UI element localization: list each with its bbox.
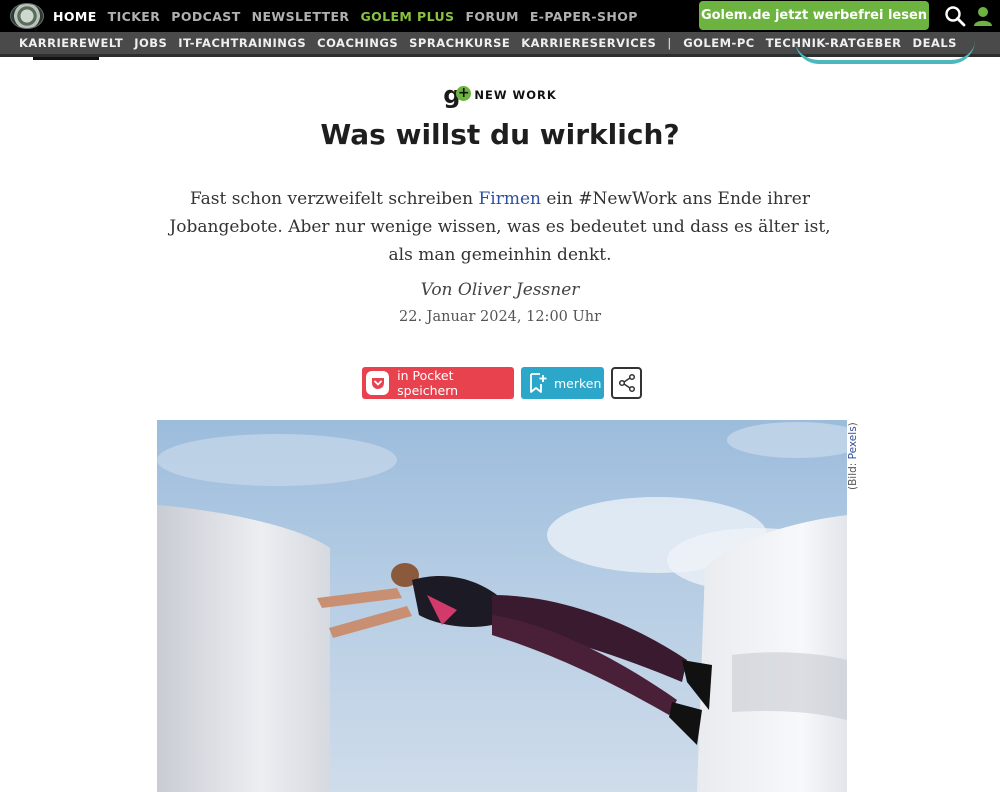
active-section-indicator [33, 57, 99, 60]
kicker-label: NEW WORK [474, 88, 557, 102]
search-icon[interactable] [944, 5, 966, 27]
article-headline: Was willst du wirklich? [320, 118, 680, 151]
subnav-sprachkurse[interactable]: SPRACHKURSE [409, 36, 510, 50]
bookmark-plus-icon [530, 373, 547, 393]
subnav-coachings[interactable]: COACHINGS [317, 36, 398, 50]
nav-ticker[interactable]: TICKER [108, 9, 161, 24]
nav-newsletter[interactable]: NEWSLETTER [252, 9, 350, 24]
article-kicker: g + NEW WORK [0, 83, 1000, 107]
golem-logo[interactable] [10, 3, 44, 29]
subnav-it-fachtrainings[interactable]: IT-FACHTRAININGS [178, 36, 306, 50]
bookmark-label: merken [554, 375, 602, 391]
nav-golem-plus[interactable]: GOLEM PLUS [360, 9, 454, 24]
nav-forum[interactable]: FORUM [465, 9, 518, 24]
teaser-text-start: Fast schon verzweifelt schreiben [190, 189, 479, 209]
share-button[interactable] [611, 367, 642, 399]
plus-icon: + [456, 85, 472, 101]
bookmark-button[interactable]: merken [521, 367, 604, 399]
teaser-link-firmen[interactable]: Firmen [478, 189, 541, 209]
subnav-jobs[interactable]: JOBS [134, 36, 167, 50]
credit-source-link[interactable]: Pexels [847, 426, 859, 459]
article-author[interactable]: Von Oliver Jessner [0, 280, 1000, 300]
nav-e-paper-shop[interactable]: E-PAPER-SHOP [530, 9, 638, 24]
top-navigation-bar: HOME TICKER PODCAST NEWSLETTER GOLEM PLU… [0, 0, 1000, 32]
ad-free-subscribe-button[interactable]: Golem.de jetzt werbefrei lesen [699, 1, 929, 30]
user-account-icon[interactable] [972, 5, 994, 27]
golem-plus-badge: g + [443, 83, 472, 107]
article-teaser: Fast schon verzweifelt schreiben Firmen … [160, 185, 840, 269]
hero-illustration [157, 422, 847, 792]
credit-suffix: ) [847, 422, 859, 427]
pocket-icon [366, 371, 390, 395]
subnav-golem-pc[interactable]: GOLEM-PC [683, 36, 754, 50]
nav-podcast[interactable]: PODCAST [171, 9, 240, 24]
pocket-label: in Pocket speichern [397, 368, 459, 398]
pocket-save-button[interactable]: in Pocket speichern [362, 367, 514, 399]
subnav-karriereservices[interactable]: KARRIERESERVICES [521, 36, 656, 50]
main-nav: HOME TICKER PODCAST NEWSLETTER GOLEM PLU… [53, 0, 649, 32]
teal-decoration [795, 40, 975, 64]
nav-home[interactable]: HOME [53, 9, 97, 24]
credit-prefix: (Bild: [847, 459, 859, 490]
article-hero-image [157, 420, 847, 792]
share-icon [618, 373, 635, 393]
subnav-karrierewelt[interactable]: KARRIEREWELT [19, 36, 123, 50]
article-date: 22. Januar 2024, 12:00 Uhr [399, 309, 601, 325]
subnav-separator: | [667, 36, 672, 50]
image-credit: (Bild: Pexels) [847, 420, 863, 490]
